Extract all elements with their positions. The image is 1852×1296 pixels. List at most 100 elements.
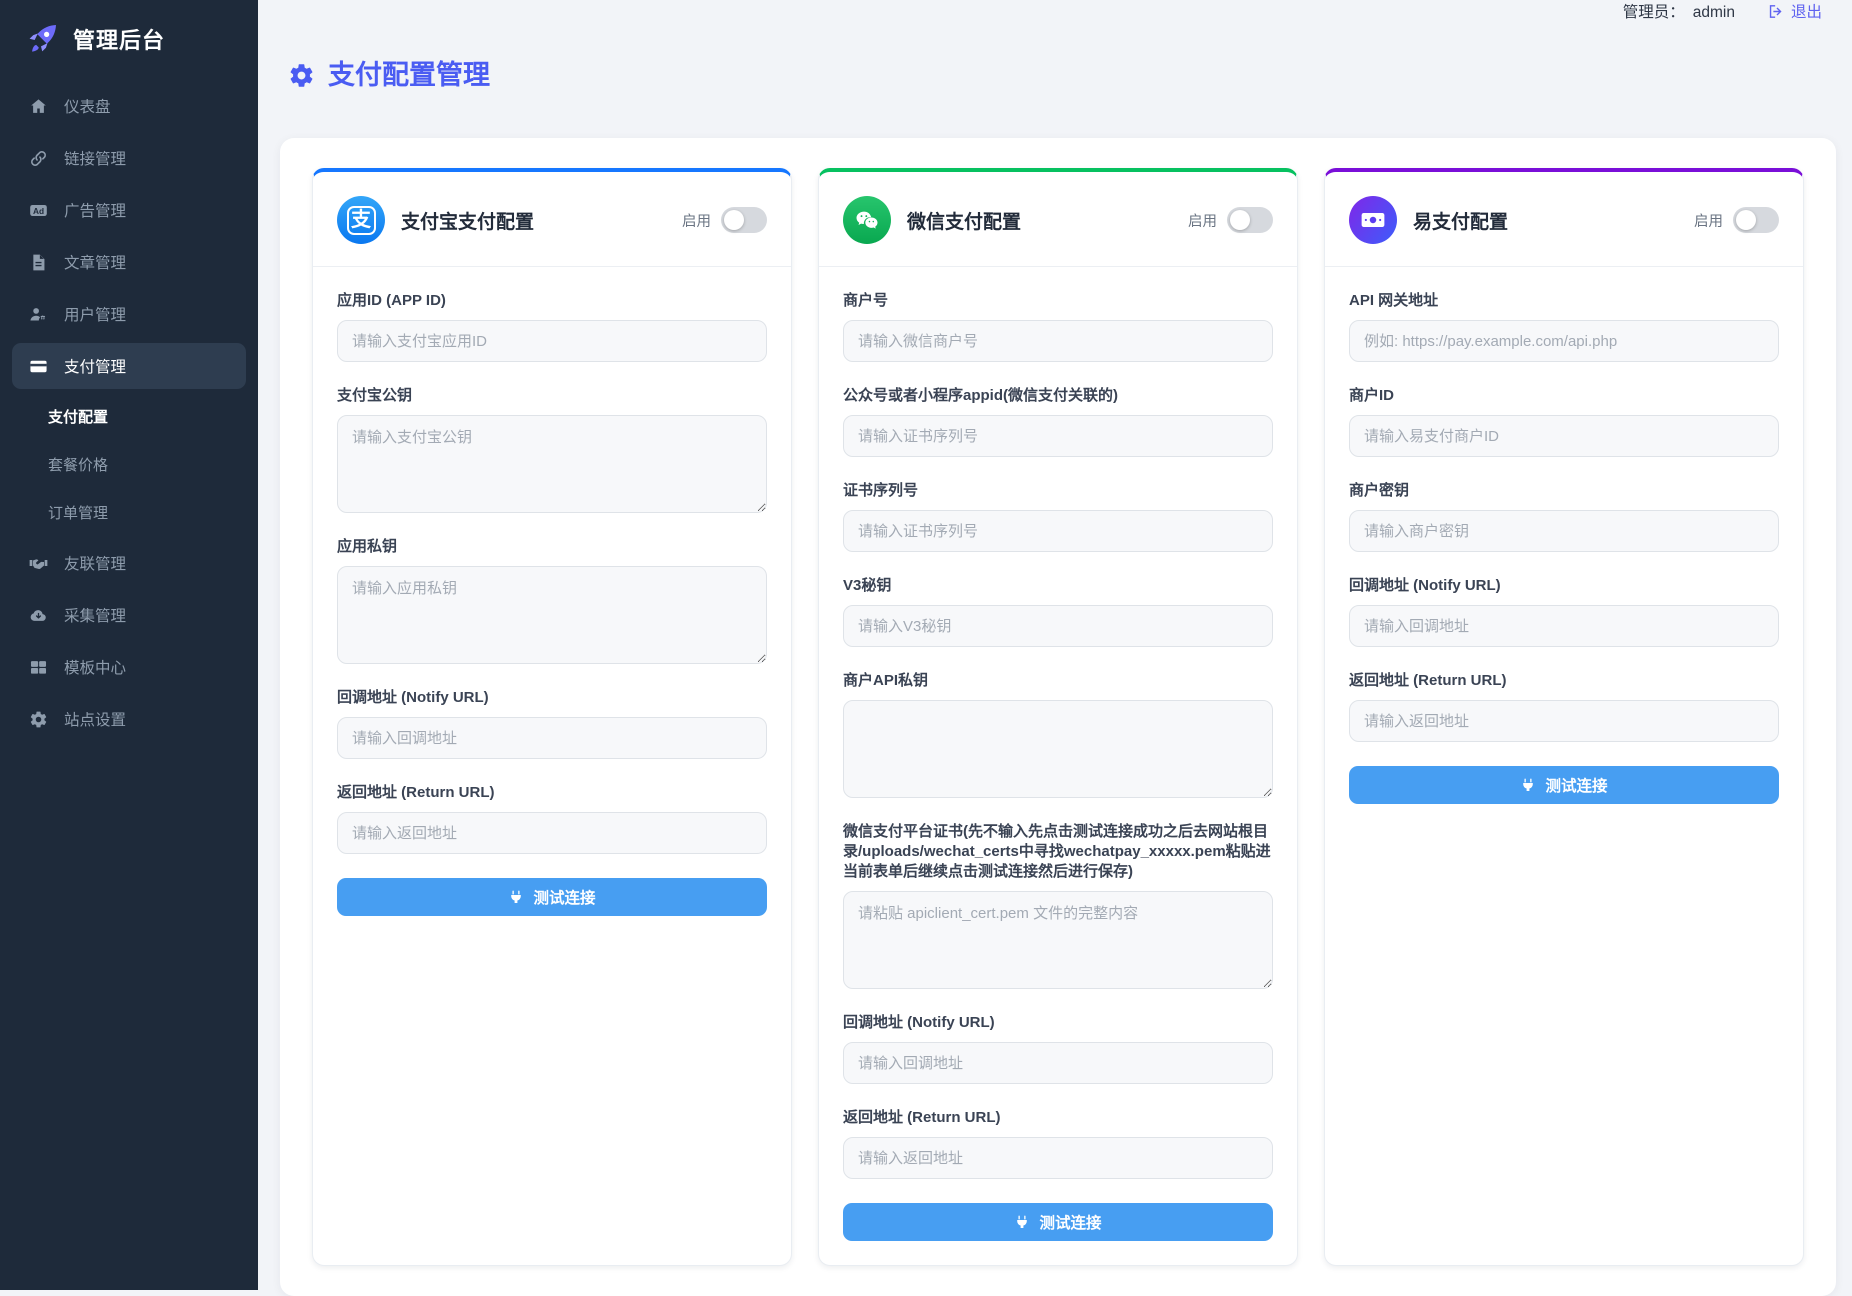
wechat-icon <box>843 196 891 244</box>
wechat-platform-cert-textarea[interactable] <box>843 891 1273 989</box>
sidebar-item-label: 广告管理 <box>64 199 126 221</box>
sidebar-item-templates[interactable]: 模板中心 <box>12 644 246 690</box>
payment-cards: 支支付宝支付配置启用应用ID (APP ID)支付宝公钥应用私钥回调地址 (No… <box>312 168 1804 1266</box>
epay-gateway-input[interactable] <box>1349 320 1779 362</box>
content-panel: 支支付宝支付配置启用应用ID (APP ID)支付宝公钥应用私钥回调地址 (No… <box>280 138 1836 1296</box>
field-wechat-notify-url: 回调地址 (Notify URL) <box>843 1013 1273 1084</box>
field-alipay-notify-url: 回调地址 (Notify URL) <box>337 688 767 759</box>
field-label: 回调地址 (Notify URL) <box>1349 576 1779 596</box>
field-wechat-return-url: 返回地址 (Return URL) <box>843 1108 1273 1179</box>
epay-enable-toggle[interactable] <box>1733 207 1779 233</box>
sidebar-item-label: 文章管理 <box>64 251 126 273</box>
card-header-wechat: 微信支付配置启用 <box>819 172 1297 267</box>
main-area: 管理员： admin 退出 支付配置管理 支支付宝支付配置启用应用ID (APP… <box>258 0 1852 1290</box>
epay-notify-url-input[interactable] <box>1349 605 1779 647</box>
alipay-test-connection-button[interactable]: 测试连接 <box>337 878 767 916</box>
logout-icon <box>1767 3 1784 20</box>
enable-label: 启用 <box>682 210 711 231</box>
sidebar-item-orders[interactable]: 订单管理 <box>12 491 246 534</box>
field-label: 支付宝公钥 <box>337 386 767 406</box>
toggle-knob <box>1736 210 1756 230</box>
enable-label: 启用 <box>1188 210 1217 231</box>
sidebar-item-label: 采集管理 <box>64 604 126 626</box>
epay-merchant-id-input[interactable] <box>1349 415 1779 457</box>
field-epay-notify-url: 回调地址 (Notify URL) <box>1349 576 1779 647</box>
wechat-v3-key-input[interactable] <box>843 605 1273 647</box>
sidebar-item-plan-pricing[interactable]: 套餐价格 <box>12 443 246 486</box>
wechat-mch-id-input[interactable] <box>843 320 1273 362</box>
sidebar-item-links[interactable]: 链接管理 <box>12 135 246 181</box>
card-epay: 易支付配置启用 API 网关地址商户ID 商户密钥回调地址 (Notify URL)… <box>1324 168 1804 1266</box>
sidebar-item-site-settings[interactable]: 站点设置 <box>12 696 246 742</box>
epay-test-connection-button[interactable]: 测试连接 <box>1349 766 1779 804</box>
sidebar-item-label: 模板中心 <box>64 656 126 678</box>
epay-return-url-input[interactable] <box>1349 700 1779 742</box>
ad-icon: Ad <box>28 200 49 220</box>
test-connection-label: 测试连接 <box>1545 774 1607 796</box>
field-label: API 网关地址 <box>1349 291 1779 311</box>
wechat-enable-toggle[interactable] <box>1227 207 1273 233</box>
test-connection-label: 测试连接 <box>533 886 595 908</box>
field-wechat-api-private-key: 商户API私钥 <box>843 671 1273 798</box>
plug-icon <box>1014 1214 1030 1230</box>
article-icon <box>28 252 49 272</box>
sidebar-item-label: 链接管理 <box>64 147 126 169</box>
alipay-notify-url-input[interactable] <box>337 717 767 759</box>
wechat-notify-url-input[interactable] <box>843 1042 1273 1084</box>
card-body-alipay: 应用ID (APP ID)支付宝公钥应用私钥回调地址 (Notify URL)返… <box>313 267 791 940</box>
field-label: 商户ID <box>1349 386 1779 406</box>
field-label: 公众号或者小程序appid(微信支付关联的) <box>843 386 1273 406</box>
wechat-app-id-input[interactable] <box>843 415 1273 457</box>
field-wechat-v3-key: V3秘钥 <box>843 576 1273 647</box>
field-epay-merchant-key: 商户密钥 <box>1349 481 1779 552</box>
epay-merchant-key-input[interactable] <box>1349 510 1779 552</box>
logout-label: 退出 <box>1791 0 1822 22</box>
sidebar-item-payments[interactable]: 支付管理 <box>12 343 246 389</box>
wechat-return-url-input[interactable] <box>843 1137 1273 1179</box>
link-icon <box>28 148 49 168</box>
field-label: 商户API私钥 <box>843 671 1273 691</box>
sidebar-item-articles[interactable]: 文章管理 <box>12 239 246 285</box>
svg-text:Ad: Ad <box>33 205 44 215</box>
field-label: 返回地址 (Return URL) <box>1349 671 1779 691</box>
sidebar-item-dashboard[interactable]: 仪表盘 <box>12 83 246 129</box>
field-label: 证书序列号 <box>843 481 1273 501</box>
admin-name: admin <box>1693 4 1735 22</box>
field-label: V3秘钥 <box>843 576 1273 596</box>
card-body-wechat: 商户号公众号或者小程序appid(微信支付关联的) 证书序列号 V3秘钥商户API私… <box>819 267 1297 1265</box>
cloud-download-icon <box>28 605 49 625</box>
alipay-app-id-input[interactable] <box>337 320 767 362</box>
logout-button[interactable]: 退出 <box>1767 0 1822 22</box>
sidebar-item-ads[interactable]: Ad 广告管理 <box>12 187 246 233</box>
field-epay-return-url: 返回地址 (Return URL) <box>1349 671 1779 742</box>
field-wechat-mch-id: 商户号 <box>843 291 1273 362</box>
admin-label: 管理员： <box>1623 0 1685 22</box>
sidebar-item-label: 仪表盘 <box>64 95 111 117</box>
sidebar-item-users[interactable]: 用户管理 <box>12 291 246 337</box>
field-label: 商户号 <box>843 291 1273 311</box>
alipay-enable-toggle[interactable] <box>721 207 767 233</box>
rocket-icon <box>26 22 59 55</box>
field-wechat-platform-cert: 微信支付平台证书(先不输入先点击测试连接成功之后去网站根目录/uploads/w… <box>843 822 1273 989</box>
wechat-api-private-key-textarea[interactable] <box>843 700 1273 798</box>
enable-wrap: 启用 <box>1188 207 1273 233</box>
toggle-knob <box>724 210 744 230</box>
enable-wrap: 启用 <box>1694 207 1779 233</box>
field-alipay-return-url: 返回地址 (Return URL) <box>337 783 767 854</box>
card-wechat: 微信支付配置启用商户号公众号或者小程序appid(微信支付关联的) 证书序列号 V3… <box>818 168 1298 1266</box>
sidebar-item-payment-config[interactable]: 支付配置 <box>12 395 246 438</box>
alipay-private-key-textarea[interactable] <box>337 566 767 664</box>
wechat-cert-serial-input[interactable] <box>843 510 1273 552</box>
gear-icon <box>288 62 315 89</box>
sidebar-item-collection[interactable]: 采集管理 <box>12 592 246 638</box>
handshake-icon <box>28 553 49 573</box>
wechat-test-connection-button[interactable]: 测试连接 <box>843 1203 1273 1241</box>
sidebar-item-friend-links[interactable]: 友联管理 <box>12 540 246 586</box>
field-label: 返回地址 (Return URL) <box>337 783 767 803</box>
users-icon <box>28 304 49 324</box>
card-title: 易支付配置 <box>1413 207 1678 234</box>
topbar: 管理员： admin 退出 <box>280 0 1836 24</box>
field-label: 回调地址 (Notify URL) <box>337 688 767 708</box>
alipay-return-url-input[interactable] <box>337 812 767 854</box>
alipay-public-key-textarea[interactable] <box>337 415 767 513</box>
